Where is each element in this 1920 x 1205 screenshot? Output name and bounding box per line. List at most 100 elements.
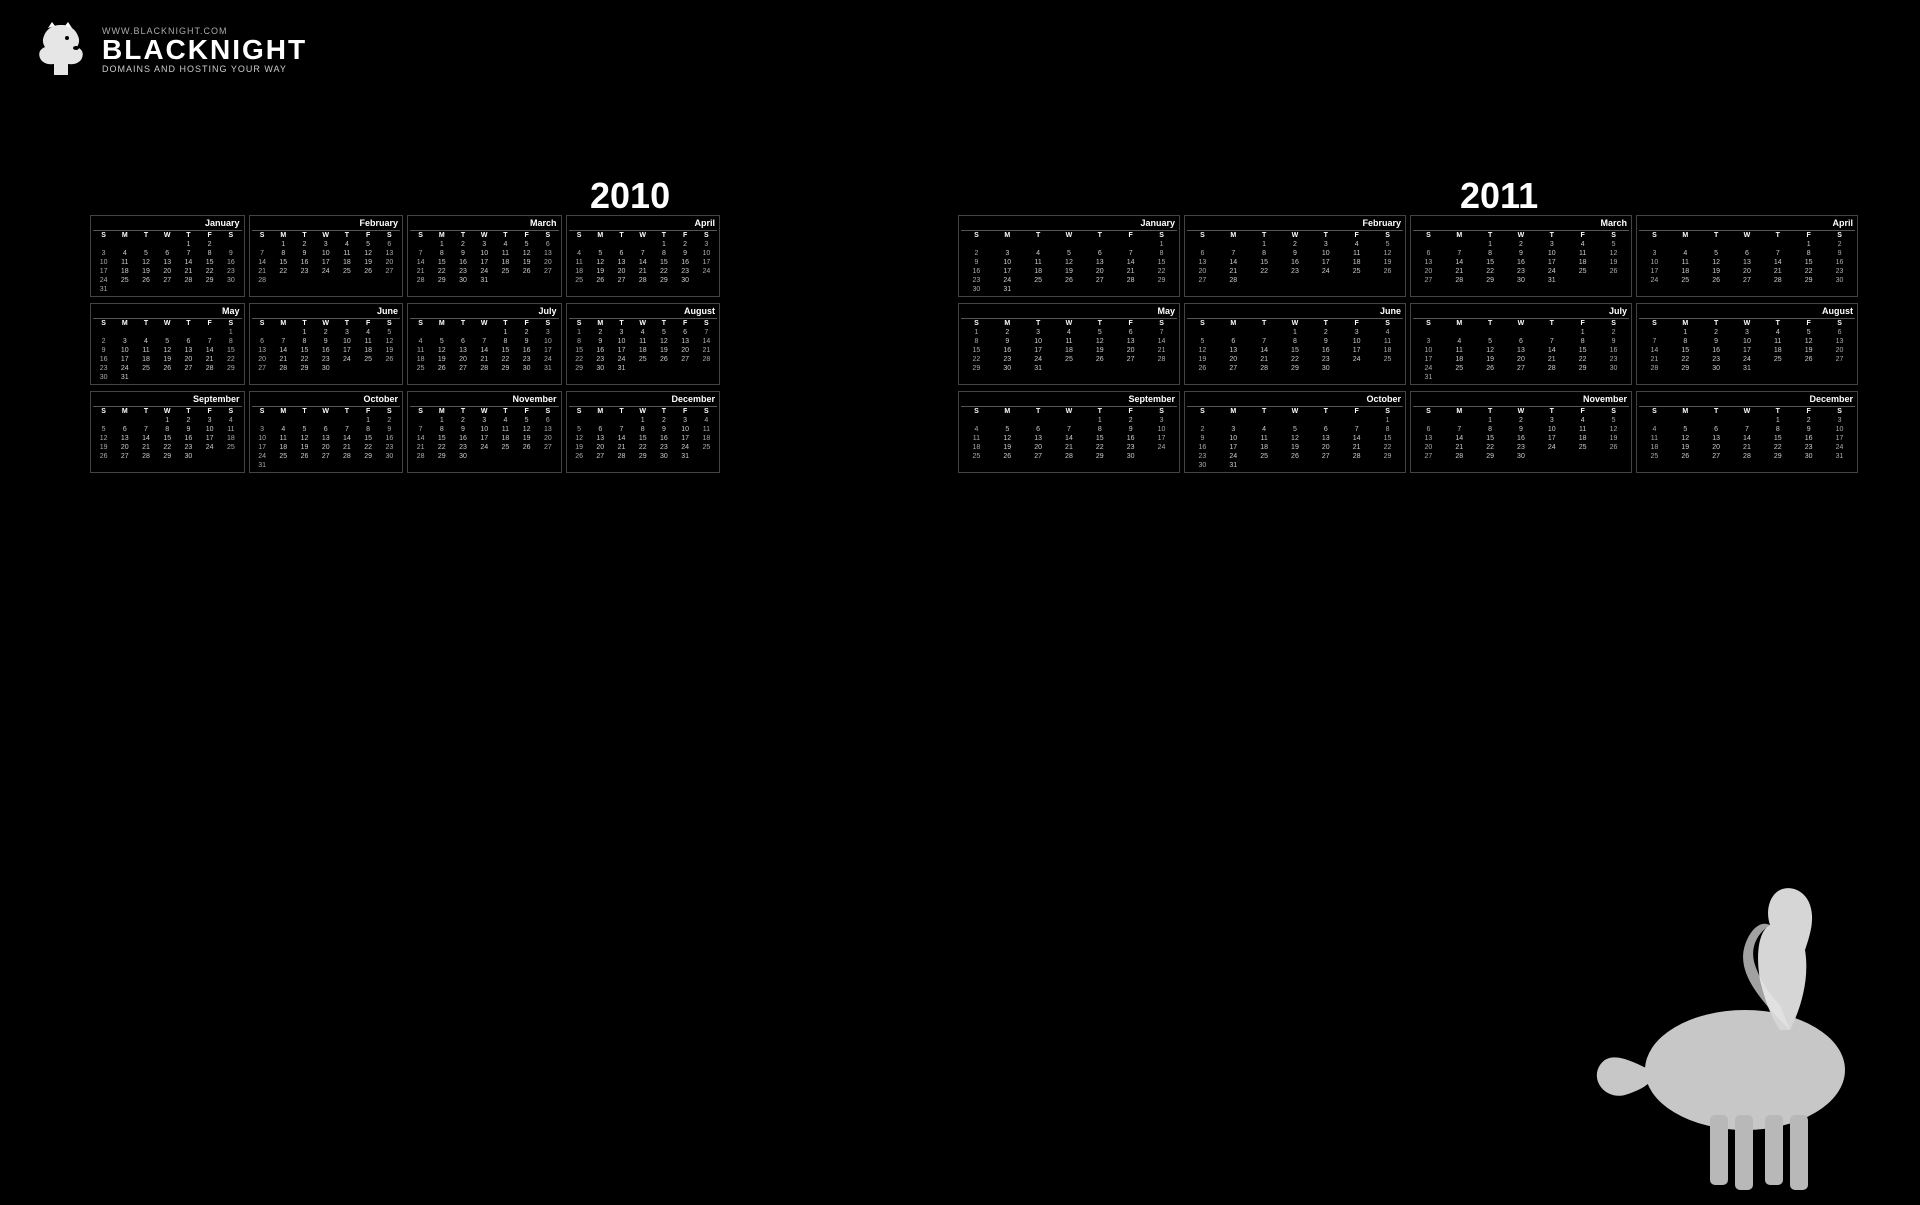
day-header: F	[675, 319, 696, 328]
calendar-day: 16	[379, 434, 400, 443]
day-header: W	[474, 231, 495, 240]
calendar-day: 6	[452, 337, 473, 346]
calendar-day	[114, 285, 135, 294]
calendar-day	[1567, 452, 1598, 461]
logo-tagline: DOMAINS AND HOSTING YOUR WAY	[102, 64, 307, 74]
calendar-day: 26	[1372, 267, 1403, 276]
calendar-day: 20	[1023, 443, 1054, 452]
calendar-day: 1	[431, 416, 452, 425]
calendar-day: 15	[294, 346, 315, 355]
day-header: T	[1701, 407, 1732, 416]
calendar-day	[431, 328, 452, 337]
calendar-day: 5	[1670, 425, 1701, 434]
calendar-day: 9	[1793, 425, 1824, 434]
calendar-day: 15	[1475, 258, 1506, 267]
calendar-day: 11	[135, 346, 156, 355]
day-header: S	[1824, 319, 1855, 328]
day-header: T	[1701, 319, 1732, 328]
calendar-day: 4	[1054, 328, 1085, 337]
calendar-day	[1146, 364, 1177, 373]
calendar-day: 28	[252, 276, 273, 285]
calendar-day: 7	[1444, 425, 1475, 434]
calendar-day: 17	[1341, 346, 1372, 355]
calendar-day	[1249, 328, 1280, 337]
day-header: T	[653, 319, 674, 328]
calendar-day: 31	[474, 276, 495, 285]
calendar-day	[1701, 240, 1732, 249]
calendar-day: 13	[1187, 258, 1218, 267]
calendar-day: 26	[431, 364, 452, 373]
month-title: December	[1639, 394, 1855, 407]
day-header: S	[1639, 407, 1670, 416]
calendar-day: 30	[220, 276, 241, 285]
calendar-day: 1	[1280, 328, 1311, 337]
calendar-day: 20	[379, 258, 400, 267]
calendar-day: 31	[93, 285, 114, 294]
day-header: W	[474, 319, 495, 328]
calendar-day: 3	[1310, 240, 1341, 249]
calendar-day: 26	[1280, 452, 1311, 461]
calendar-day	[675, 364, 696, 373]
calendar-day: 1	[358, 416, 379, 425]
day-header: W	[315, 231, 336, 240]
calendar-day: 12	[157, 346, 178, 355]
calendar-day: 25	[273, 452, 294, 461]
calendar-day: 1	[1475, 416, 1506, 425]
calendar-day: 2	[1793, 416, 1824, 425]
day-header: W	[632, 407, 653, 416]
calendar-day	[220, 373, 241, 382]
calendar-day: 14	[1341, 434, 1372, 443]
day-header: W	[157, 407, 178, 416]
day-header: M	[1670, 319, 1701, 328]
calendar-day: 8	[632, 425, 653, 434]
calendar-day: 16	[1598, 346, 1629, 355]
calendar-day: 12	[1054, 258, 1085, 267]
calendar-day: 10	[1023, 337, 1054, 346]
calendar-month: DecemberSMTWTFS1234567891011121314151617…	[566, 391, 721, 473]
calendar-day: 21	[252, 267, 273, 276]
calendar-day: 13	[315, 434, 336, 443]
day-header: W	[1732, 407, 1763, 416]
calendar-day: 23	[961, 276, 992, 285]
calendar-day: 12	[1598, 249, 1629, 258]
calendar-day: 15	[1567, 346, 1598, 355]
calendar-month: JuneSMTWTFS12345678910111213141516171819…	[249, 303, 404, 385]
calendar-day: 30	[992, 364, 1023, 373]
calendar-day: 3	[1639, 249, 1670, 258]
calendar-day: 16	[1280, 258, 1311, 267]
calendar-day: 17	[114, 355, 135, 364]
calendar-day: 21	[1444, 443, 1475, 452]
calendar-day: 5	[590, 249, 611, 258]
calendar-day: 21	[1341, 443, 1372, 452]
calendar-day: 13	[1701, 434, 1732, 443]
calendar-day: 15	[157, 434, 178, 443]
calendar-day: 31	[675, 452, 696, 461]
day-header: T	[495, 407, 516, 416]
calendar-day: 10	[1218, 434, 1249, 443]
calendar-day: 7	[178, 249, 199, 258]
calendar-day	[1444, 373, 1475, 382]
year-2010-label: 2010	[590, 175, 670, 217]
calendar-day: 30	[516, 364, 537, 373]
calendar-day: 3	[675, 416, 696, 425]
calendar-day: 6	[1023, 425, 1054, 434]
calendar-day: 16	[294, 258, 315, 267]
calendar-day: 19	[157, 355, 178, 364]
calendar-day: 8	[961, 337, 992, 346]
calendar-day: 25	[632, 355, 653, 364]
month-title: July	[1413, 306, 1629, 319]
day-header: M	[114, 319, 135, 328]
calendar-day: 10	[474, 425, 495, 434]
calendar-day: 1	[1249, 240, 1280, 249]
calendar-day: 30	[1506, 276, 1537, 285]
calendar-day: 15	[1084, 434, 1115, 443]
day-header: F	[1115, 407, 1146, 416]
calendar-day: 22	[431, 443, 452, 452]
calendar-day: 1	[178, 240, 199, 249]
calendar-day	[93, 240, 114, 249]
calendar-day: 13	[452, 346, 473, 355]
calendar-day: 27	[1187, 276, 1218, 285]
calendar-day: 12	[516, 425, 537, 434]
calendar-day: 7	[410, 249, 431, 258]
calendar-day: 9	[379, 425, 400, 434]
